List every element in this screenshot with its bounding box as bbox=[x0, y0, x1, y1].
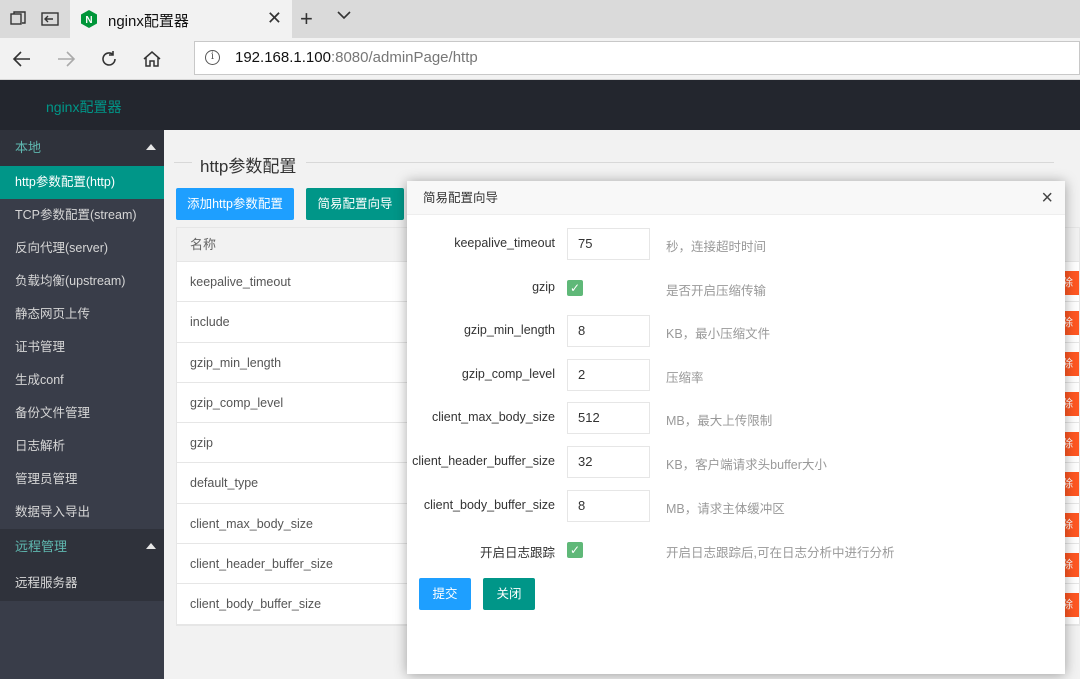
browser-tab-bar: N nginx配置器 ✕ + bbox=[0, 0, 1080, 38]
tab-title: nginx配置器 bbox=[108, 13, 189, 30]
home-icon[interactable] bbox=[139, 46, 165, 72]
forward-arrow-icon[interactable] bbox=[53, 46, 79, 72]
field-label: gzip_comp_level bbox=[461, 367, 555, 381]
submit-button[interactable]: 提交 bbox=[419, 578, 471, 610]
field-label: client_max_body_size bbox=[432, 410, 555, 424]
info-icon[interactable]: i bbox=[205, 50, 220, 65]
sidebar-item-static-upload[interactable]: 静态网页上传 bbox=[0, 298, 164, 331]
wizard-dialog: 简易配置向导 × keepalive_timeout 75 秒，连接超时时间 g… bbox=[407, 181, 1065, 674]
sidebar-item-upstream[interactable]: 负载均衡(upstream) bbox=[0, 265, 164, 298]
gzip-checkbox[interactable]: ✓ bbox=[567, 280, 583, 296]
url-path: :8080/adminPage/http bbox=[330, 49, 478, 66]
sidebar-item-http[interactable]: http参数配置(http) bbox=[0, 166, 164, 199]
wizard-button[interactable]: 简易配置向导 bbox=[306, 188, 404, 220]
gzip-min-length-input[interactable]: 8 bbox=[567, 315, 650, 347]
close-tab-icon[interactable]: ✕ bbox=[267, 8, 282, 29]
form-row-gzip-min-length: gzip_min_length 8 KB，最小压缩文件 bbox=[407, 315, 1065, 347]
sidebar-item-stream[interactable]: TCP参数配置(stream) bbox=[0, 199, 164, 232]
row-name: client_header_buffer_size bbox=[190, 557, 333, 572]
app-title[interactable]: nginx配置器 bbox=[46, 97, 121, 117]
field-hint: KB，客户端请求头buffer大小 bbox=[666, 458, 827, 472]
form-row-client-max-body-size: client_max_body_size 512 MB，最大上传限制 bbox=[407, 402, 1065, 434]
form-row-client-header-buffer-size: client_header_buffer_size 32 KB，客户端请求头bu… bbox=[407, 446, 1065, 478]
sidebar-item-backup[interactable]: 备份文件管理 bbox=[0, 397, 164, 430]
sidebar-remote-list: 远程服务器 bbox=[0, 565, 164, 601]
back-arrow-icon[interactable] bbox=[9, 46, 35, 72]
field-label: 开启日志跟踪 bbox=[479, 546, 555, 560]
field-label: gzip bbox=[532, 280, 555, 294]
row-name: include bbox=[190, 315, 230, 330]
row-name: client_body_buffer_size bbox=[190, 597, 322, 612]
row-name: default_type bbox=[190, 476, 259, 491]
close-icon[interactable]: × bbox=[1041, 181, 1053, 215]
sidebar-item-import-export[interactable]: 数据导入导出 bbox=[0, 496, 164, 529]
collapse-arrow-icon bbox=[146, 543, 156, 549]
keepalive-timeout-input[interactable]: 75 bbox=[567, 228, 650, 260]
field-hint: 开启日志跟踪后,可在日志分析中进行分析 bbox=[666, 546, 895, 560]
browser-nav-bar: i 192.168.1.100:8080/adminPage/http bbox=[0, 38, 1080, 80]
url-host: 192.168.1.100 bbox=[235, 49, 331, 66]
client-body-buffer-size-input[interactable]: 8 bbox=[567, 490, 650, 522]
nginx-favicon-icon: N bbox=[80, 9, 98, 29]
field-hint: 秒，连接超时时间 bbox=[666, 240, 767, 254]
field-hint: 压缩率 bbox=[666, 371, 704, 385]
log-tracking-checkbox[interactable]: ✓ bbox=[567, 542, 583, 558]
sidebar-item-generate-conf[interactable]: 生成conf bbox=[0, 364, 164, 397]
form-row-log-tracking: 开启日志跟踪 ✓ 开启日志跟踪后,可在日志分析中进行分析 bbox=[407, 534, 1065, 566]
tab-actions-icon[interactable] bbox=[8, 9, 28, 29]
field-label: client_body_buffer_size bbox=[423, 498, 555, 512]
sidebar: 本地 http参数配置(http) TCP参数配置(stream) 反向代理(s… bbox=[0, 130, 164, 679]
form-row-keepalive-timeout: keepalive_timeout 75 秒，连接超时时间 bbox=[407, 228, 1065, 260]
row-name: gzip_min_length bbox=[190, 355, 282, 370]
row-name: gzip bbox=[190, 436, 213, 451]
add-http-config-button[interactable]: 添加http参数配置 bbox=[176, 188, 294, 220]
field-label: client_header_buffer_size bbox=[412, 454, 555, 468]
row-name: gzip_comp_level bbox=[190, 395, 284, 410]
sidebar-item-remote-server[interactable]: 远程服务器 bbox=[0, 565, 164, 601]
sidebar-item-server[interactable]: 反向代理(server) bbox=[0, 232, 164, 265]
sidebar-group-remote[interactable]: 远程管理 bbox=[0, 529, 164, 565]
collapse-arrow-icon bbox=[146, 144, 156, 150]
sidebar-group-local[interactable]: 本地 bbox=[0, 130, 164, 166]
browser-tab[interactable]: N nginx配置器 ✕ bbox=[70, 0, 292, 38]
row-name: keepalive_timeout bbox=[190, 275, 291, 289]
tab-back-aside-icon[interactable] bbox=[40, 9, 60, 29]
refresh-icon[interactable] bbox=[96, 46, 122, 72]
sidebar-item-log[interactable]: 日志解析 bbox=[0, 430, 164, 463]
close-button[interactable]: 关闭 bbox=[483, 578, 535, 610]
url-text: 192.168.1.100:8080/adminPage/http bbox=[235, 49, 478, 66]
client-header-buffer-size-input[interactable]: 32 bbox=[567, 446, 650, 478]
client-max-body-size-input[interactable]: 512 bbox=[567, 402, 650, 434]
form-row-gzip: gzip ✓ 是否开启压缩传输 bbox=[407, 272, 1065, 304]
dialog-header: 简易配置向导 × bbox=[407, 181, 1065, 215]
sidebar-item-cert[interactable]: 证书管理 bbox=[0, 331, 164, 364]
gzip-comp-level-input[interactable]: 2 bbox=[567, 359, 650, 391]
sidebar-group-label: 远程管理 bbox=[15, 539, 68, 554]
page-title: http参数配置 bbox=[192, 152, 307, 177]
field-hint: 是否开启压缩传输 bbox=[666, 284, 767, 298]
field-hint: KB，最小压缩文件 bbox=[666, 327, 771, 341]
form-row-client-body-buffer-size: client_body_buffer_size 8 MB，请求主体缓冲区 bbox=[407, 490, 1065, 522]
field-hint: MB，最大上传限制 bbox=[666, 414, 773, 428]
favicon-letter: N bbox=[85, 15, 92, 26]
new-tab-icon[interactable]: + bbox=[300, 6, 313, 32]
sidebar-item-admin[interactable]: 管理员管理 bbox=[0, 463, 164, 496]
app-header: nginx配置器 bbox=[0, 80, 1080, 130]
chevron-down-icon[interactable] bbox=[336, 8, 352, 26]
form-row-gzip-comp-level: gzip_comp_level 2 压缩率 bbox=[407, 359, 1065, 391]
field-label: gzip_min_length bbox=[463, 323, 555, 337]
field-hint: MB，请求主体缓冲区 bbox=[666, 502, 785, 516]
sidebar-local-list: http参数配置(http) TCP参数配置(stream) 反向代理(serv… bbox=[0, 166, 164, 529]
address-bar[interactable]: i 192.168.1.100:8080/adminPage/http bbox=[194, 41, 1080, 75]
sidebar-group-label: 本地 bbox=[15, 140, 42, 155]
row-name: client_max_body_size bbox=[190, 516, 313, 531]
dialog-title: 简易配置向导 bbox=[423, 191, 499, 205]
field-label: keepalive_timeout bbox=[454, 236, 555, 250]
